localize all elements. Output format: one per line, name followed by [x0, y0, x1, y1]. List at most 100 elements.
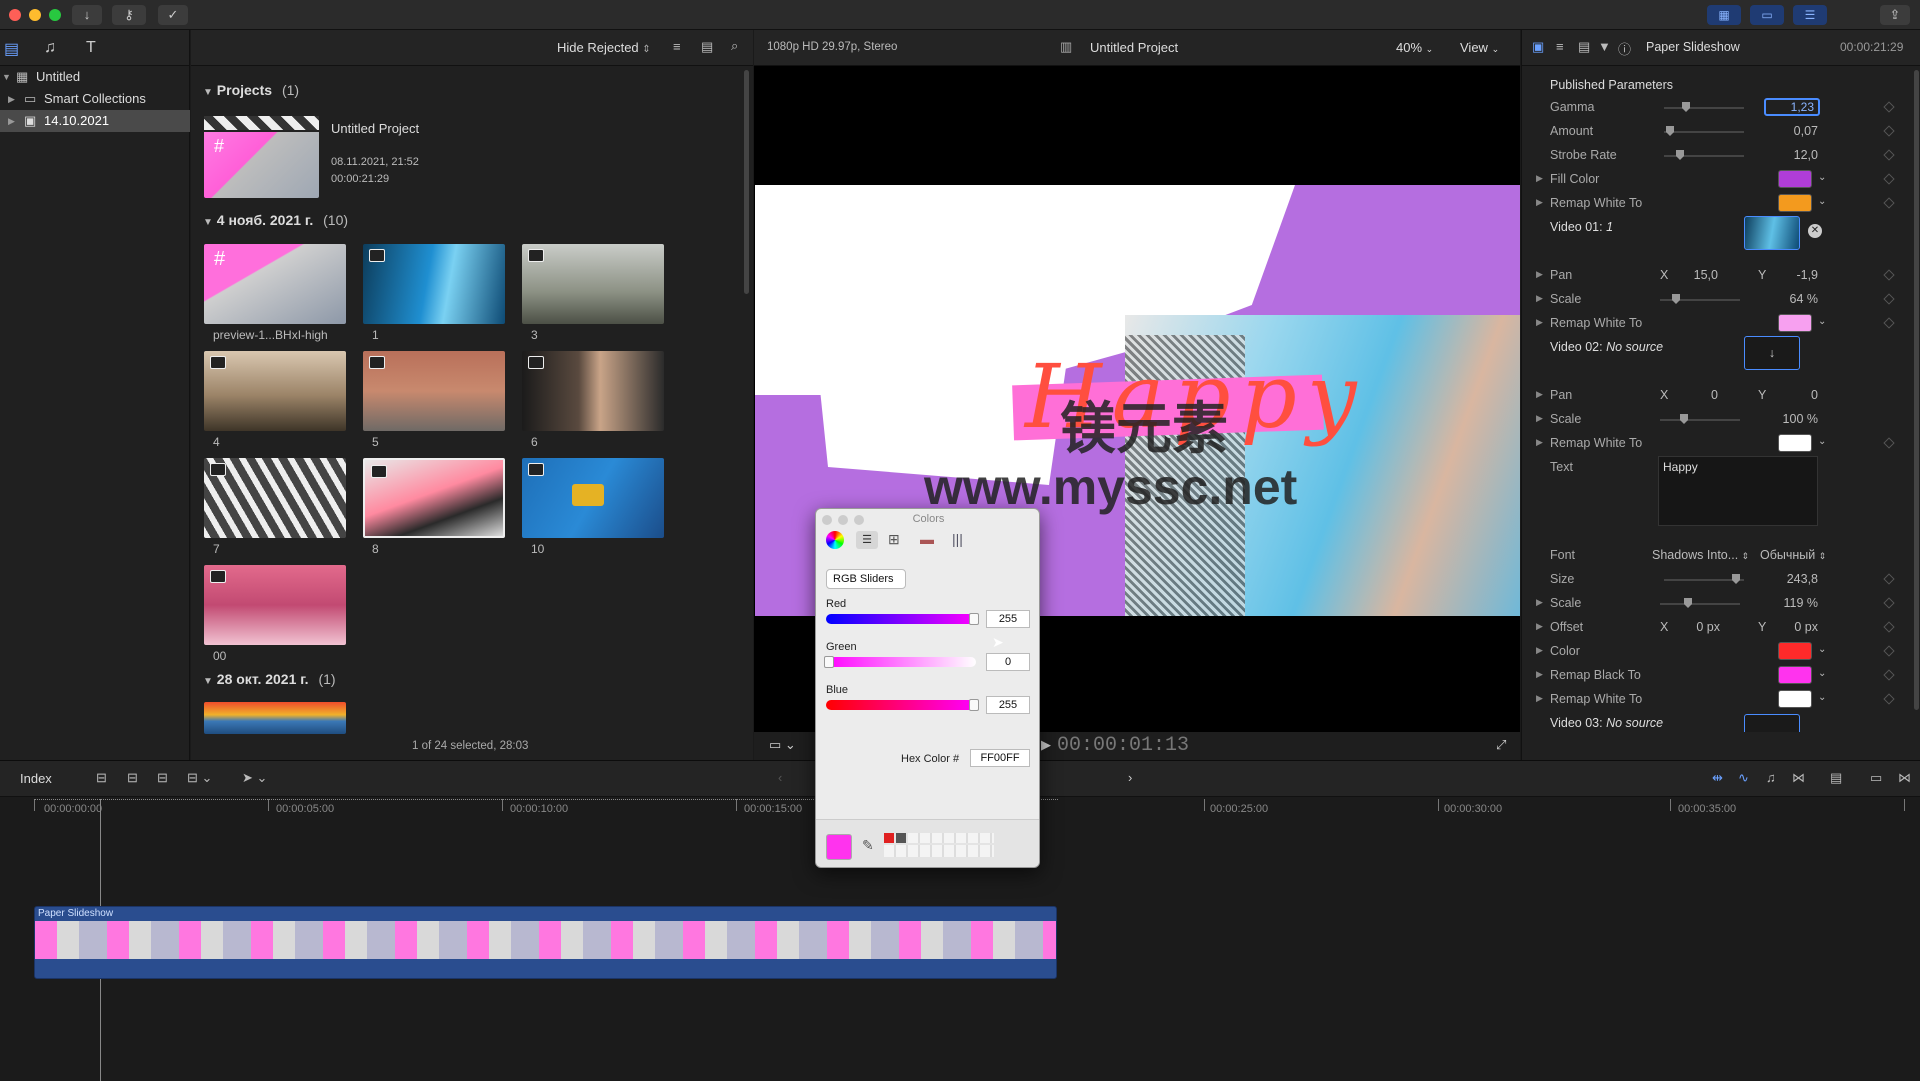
connect-clip-icon[interactable]: ⊟: [96, 770, 107, 786]
blue-slider[interactable]: [826, 700, 976, 710]
clip-thumbnail[interactable]: [522, 351, 664, 431]
disclosure-icon[interactable]: ▶: [1536, 621, 1543, 632]
remap-white-swatch[interactable]: [1778, 434, 1812, 452]
event-header-2[interactable]: ▼ 28 окт. 2021 г. (1): [203, 671, 336, 687]
red-slider[interactable]: [826, 614, 976, 624]
strobe-value[interactable]: 12,0: [1762, 148, 1818, 162]
titles-generators-icon[interactable]: T: [86, 39, 96, 57]
amount-value[interactable]: 0,07: [1762, 124, 1818, 138]
disclosure-icon[interactable]: ▶: [1536, 269, 1543, 280]
scale-knob[interactable]: [1684, 598, 1692, 608]
remap-white-swatch[interactable]: [1778, 690, 1812, 708]
close-window-button[interactable]: [9, 9, 21, 21]
zoom-popup[interactable]: 40% ⌄: [1396, 40, 1433, 55]
gamma-knob[interactable]: [1682, 102, 1690, 112]
library-item[interactable]: ▼ ▦ Untitled: [0, 66, 190, 88]
saved-swatch[interactable]: [884, 833, 894, 843]
select-tool-icon[interactable]: ➤ ⌄: [242, 770, 267, 786]
disclosure-icon[interactable]: ▶: [1536, 645, 1543, 656]
project-name[interactable]: Untitled Project: [331, 121, 419, 136]
green-knob[interactable]: [824, 656, 834, 668]
scale-value[interactable]: 119 %: [1762, 596, 1818, 610]
clip-thumbnail[interactable]: #: [204, 244, 346, 324]
clip-thumbnail[interactable]: [522, 458, 664, 538]
libraries-icon[interactable]: ▤: [4, 39, 19, 59]
disclosure-icon[interactable]: ▶: [8, 110, 15, 132]
eyedropper-icon[interactable]: ✎: [862, 837, 874, 854]
skimming-icon[interactable]: ⇹: [1712, 770, 1723, 786]
clear-well-icon[interactable]: ✕: [1808, 224, 1822, 238]
red-knob[interactable]: [969, 613, 979, 625]
color-sliders-icon[interactable]: ☰: [856, 531, 878, 549]
green-field[interactable]: 0: [986, 653, 1030, 671]
video02-well[interactable]: ↓: [1744, 336, 1800, 370]
keyframe-icon[interactable]: [1883, 573, 1895, 585]
font-family-popup[interactable]: Shadows Into... ⇕: [1652, 548, 1749, 562]
zoom-window-button[interactable]: [49, 9, 61, 21]
pencils-icon[interactable]: |||: [952, 531, 963, 547]
keyframe-icon[interactable]: [1883, 693, 1895, 705]
text-color-swatch[interactable]: [1778, 642, 1812, 660]
size-value[interactable]: 243,8: [1762, 572, 1818, 586]
amount-knob[interactable]: [1666, 126, 1674, 136]
video01-well[interactable]: [1744, 216, 1800, 250]
fill-color-swatch[interactable]: [1778, 170, 1812, 188]
empty-swatch-grid[interactable]: [908, 833, 994, 843]
scale-value[interactable]: 100 %: [1762, 412, 1818, 426]
clip-thumbnail[interactable]: [204, 565, 346, 645]
append-clip-icon[interactable]: ⊟: [157, 770, 168, 786]
keyframe-icon[interactable]: [1883, 621, 1895, 633]
timeline-view-icon[interactable]: ▭: [1870, 770, 1882, 786]
timeline-clip[interactable]: Paper Slideshow: [34, 906, 1057, 979]
video-inspector-icon[interactable]: ▣: [1532, 39, 1544, 55]
clip-thumbnail[interactable]: [363, 351, 505, 431]
gamma-slider[interactable]: [1664, 107, 1744, 109]
inspector-toggle-icon[interactable]: ☰: [1793, 5, 1827, 25]
gamma-field[interactable]: 1,23: [1764, 98, 1820, 116]
inspector-scrollbar[interactable]: [1914, 70, 1919, 710]
hex-field[interactable]: FF00FF: [970, 749, 1030, 767]
disclosure-icon[interactable]: ▼: [203, 676, 213, 687]
chevron-down-icon[interactable]: ⌄: [1818, 316, 1826, 327]
disclosure-icon[interactable]: ▶: [1536, 437, 1543, 448]
video03-well[interactable]: [1744, 714, 1800, 732]
chevron-down-icon[interactable]: ⌄: [1818, 644, 1826, 655]
chevron-down-icon[interactable]: ⌄: [1818, 436, 1826, 447]
browser-scrollbar[interactable]: [744, 70, 749, 294]
filter-inspector-icon[interactable]: ▼: [1598, 39, 1611, 54]
saved-swatch[interactable]: [896, 833, 906, 843]
remap-white-swatch[interactable]: [1778, 314, 1812, 332]
scale-slider[interactable]: [1660, 419, 1740, 421]
list-view-icon[interactable]: ≡: [673, 39, 681, 54]
disclosure-icon[interactable]: ▶: [1536, 389, 1543, 400]
image-palettes-icon[interactable]: ▬: [920, 531, 934, 547]
overwrite-clip-icon[interactable]: ⊟ ⌄: [187, 770, 212, 786]
back-icon[interactable]: ‹: [778, 770, 782, 785]
scale-slider[interactable]: [1660, 603, 1740, 605]
filter-popup[interactable]: Hide Rejected ⇕: [557, 40, 651, 55]
disclosure-icon[interactable]: ▶: [1536, 293, 1543, 304]
blue-knob[interactable]: [969, 699, 979, 711]
chevron-down-icon[interactable]: ⌄: [1818, 668, 1826, 679]
clip-thumbnail[interactable]: [363, 458, 505, 538]
keyframe-icon[interactable]: [1883, 645, 1895, 657]
keyframe-icon[interactable]: [1883, 173, 1895, 185]
keyframe-icon[interactable]: [1883, 293, 1895, 305]
color-wheel-icon[interactable]: [826, 531, 844, 549]
chevron-down-icon[interactable]: ⌄: [1818, 196, 1826, 207]
solo-icon[interactable]: ♫: [1766, 770, 1776, 785]
index-button[interactable]: Index: [20, 771, 52, 786]
remap-black-swatch[interactable]: [1778, 666, 1812, 684]
event-item[interactable]: ▶ ▣ 14.10.2021: [0, 110, 190, 132]
photos-audio-icon[interactable]: ♫: [44, 39, 56, 57]
keyframe-icon[interactable]: [1883, 149, 1895, 161]
browser-toggle-icon[interactable]: ▦: [1707, 5, 1741, 25]
keyframe-icon[interactable]: [1883, 437, 1895, 449]
disclosure-icon[interactable]: ▼: [203, 217, 213, 228]
scale-value[interactable]: 64 %: [1762, 292, 1819, 306]
keyframe-icon[interactable]: [1883, 197, 1895, 209]
disclosure-icon[interactable]: ▶: [1536, 173, 1543, 184]
play-icon[interactable]: ▶: [1041, 737, 1051, 753]
event-header-1[interactable]: ▼ 4 нояб. 2021 г. (10): [203, 212, 348, 228]
color-palettes-icon[interactable]: ⊞: [888, 531, 900, 548]
